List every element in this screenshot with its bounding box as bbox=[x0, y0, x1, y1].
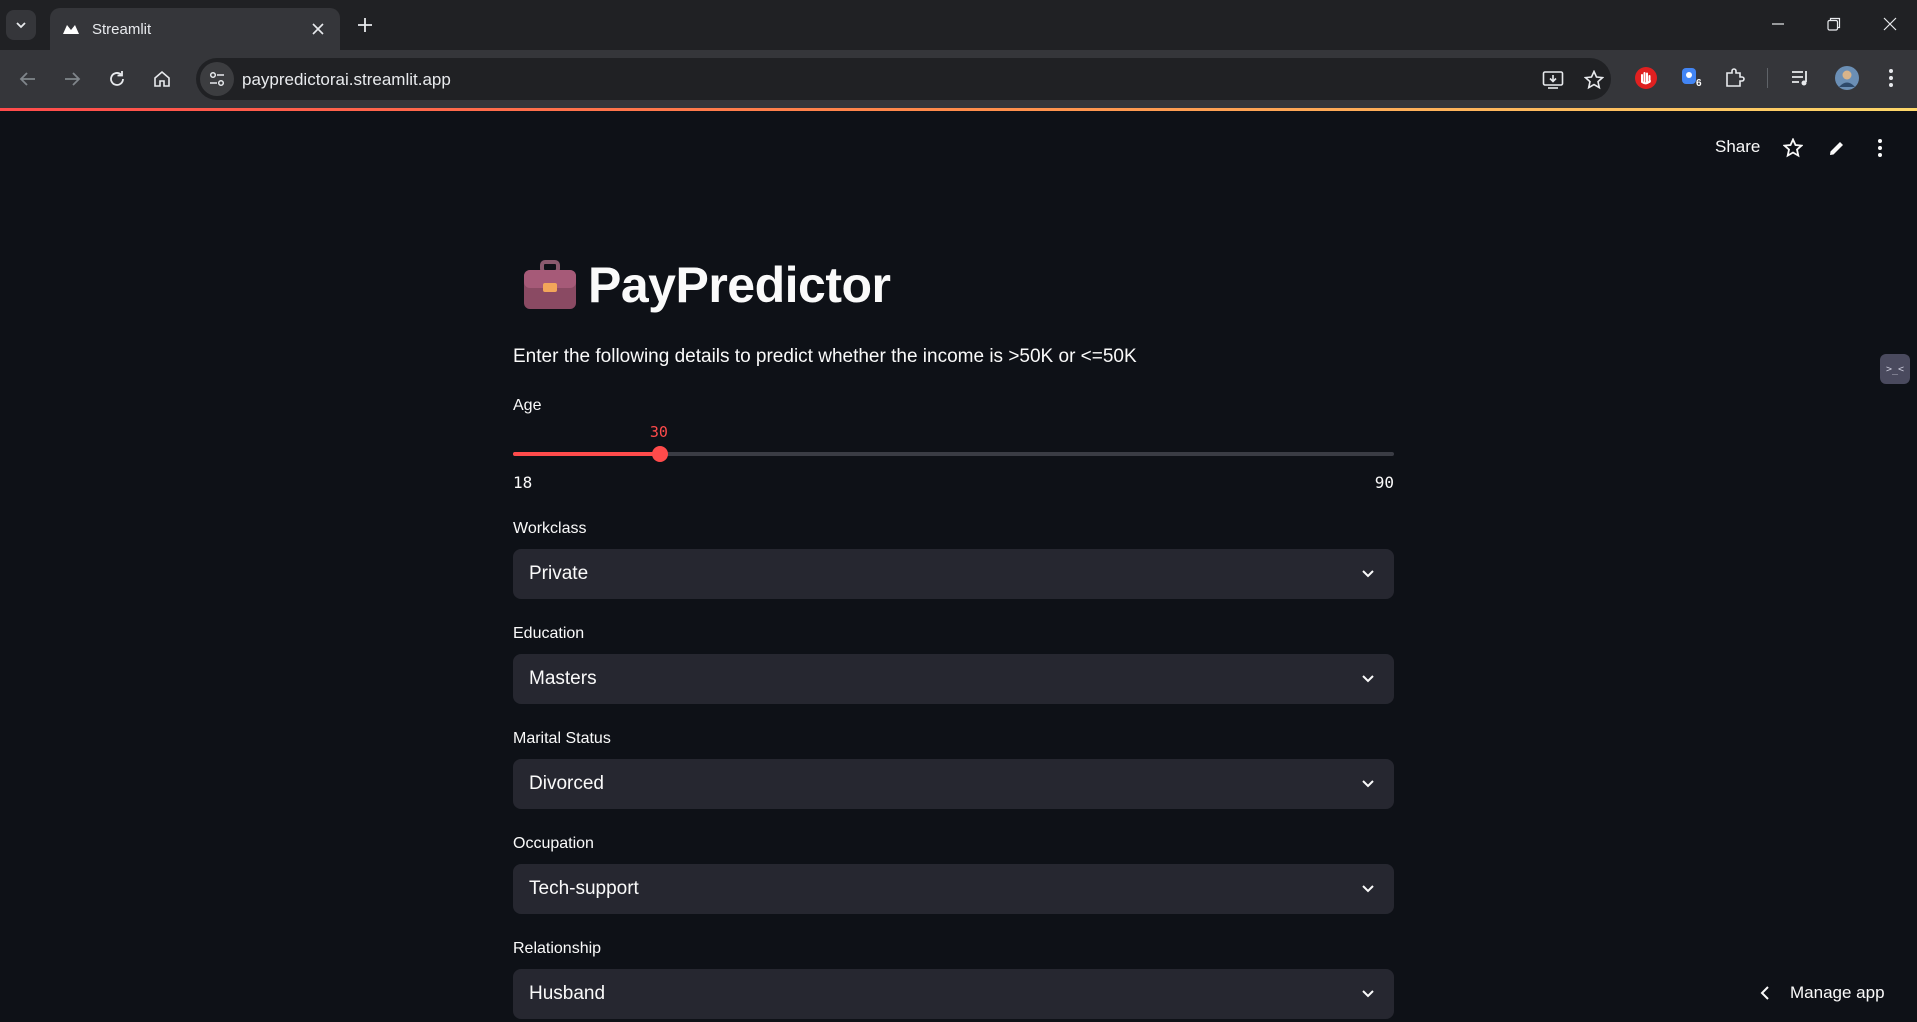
occupation-value: Tech-support bbox=[529, 878, 639, 899]
age-slider-fill bbox=[513, 452, 660, 456]
media-controls-icon[interactable] bbox=[1786, 63, 1816, 93]
chevron-down-icon bbox=[16, 22, 26, 29]
share-button[interactable]: Share bbox=[1715, 137, 1760, 157]
close-icon bbox=[1883, 17, 1897, 31]
restore-icon bbox=[1827, 17, 1841, 31]
age-slider-track[interactable] bbox=[513, 452, 1394, 456]
app-menu-icon[interactable] bbox=[1865, 133, 1895, 163]
education-select[interactable]: Masters bbox=[513, 654, 1394, 704]
age-slider-value: 30 bbox=[649, 423, 668, 441]
minimize-window-button[interactable] bbox=[1750, 0, 1806, 48]
forward-button[interactable] bbox=[56, 63, 88, 95]
age-slider-thumb[interactable] bbox=[651, 446, 668, 462]
browser-tab[interactable]: Streamlit bbox=[50, 8, 340, 50]
close-window-button[interactable] bbox=[1862, 0, 1917, 48]
page-title: PayPredictor bbox=[588, 257, 891, 313]
manage-app-label: Manage app bbox=[1790, 983, 1885, 1002]
occupation-label: Occupation bbox=[513, 835, 594, 852]
url-text: paypredictorai.streamlit.app bbox=[242, 70, 451, 89]
chevron-down-icon bbox=[1358, 774, 1378, 794]
extension-badge-icon[interactable]: 6 bbox=[1677, 63, 1707, 93]
tune-icon bbox=[209, 71, 225, 87]
profile-avatar[interactable] bbox=[1832, 63, 1862, 93]
marital-status-label: Marital Status bbox=[513, 730, 611, 747]
manage-app-button[interactable]: Manage app bbox=[1760, 983, 1885, 1003]
page-subtitle: Enter the following details to predict w… bbox=[513, 346, 1137, 367]
tab-search-button[interactable] bbox=[6, 10, 36, 40]
streamlit-favicon-icon bbox=[62, 20, 80, 38]
toolbar-separator bbox=[1767, 68, 1768, 88]
reload-button[interactable] bbox=[101, 63, 133, 95]
marital-status-select[interactable]: Divorced bbox=[513, 759, 1394, 809]
arrow-left-icon bbox=[19, 72, 35, 86]
new-tab-button[interactable] bbox=[352, 12, 378, 38]
relationship-label: Relationship bbox=[513, 940, 602, 957]
extensions-puzzle-icon[interactable] bbox=[1720, 63, 1750, 93]
chevron-left-icon bbox=[1760, 986, 1769, 1000]
age-slider-max: 90 bbox=[1374, 473, 1394, 492]
restore-window-button[interactable] bbox=[1806, 0, 1862, 48]
address-bar[interactable]: paypredictorai.streamlit.app bbox=[196, 58, 1611, 100]
education-value: Masters bbox=[529, 668, 597, 689]
workclass-value: Private bbox=[529, 563, 589, 584]
home-icon bbox=[154, 70, 170, 87]
side-widget-icon[interactable]: >_< bbox=[1880, 354, 1910, 384]
chevron-down-icon bbox=[1358, 669, 1378, 689]
chevron-down-icon bbox=[1358, 564, 1378, 584]
education-label: Education bbox=[513, 625, 585, 642]
site-info-button[interactable] bbox=[200, 62, 234, 96]
page-title-row: PayPredictor bbox=[522, 256, 891, 314]
workclass-select[interactable]: Private bbox=[513, 549, 1394, 599]
favorite-star-icon[interactable] bbox=[1778, 133, 1808, 163]
minimize-icon bbox=[1772, 23, 1784, 25]
marital-status-value: Divorced bbox=[529, 773, 604, 794]
extension-badge-count: 6 bbox=[1696, 78, 1702, 89]
bookmark-star-icon[interactable] bbox=[1582, 68, 1606, 92]
reload-icon bbox=[110, 71, 124, 86]
browser-tabstrip: Streamlit bbox=[0, 0, 1917, 50]
edit-pencil-icon[interactable] bbox=[1822, 133, 1852, 163]
install-app-icon[interactable] bbox=[1541, 68, 1565, 92]
close-tab-icon[interactable] bbox=[308, 19, 328, 39]
workclass-label: Workclass bbox=[513, 520, 587, 537]
relationship-value: Husband bbox=[529, 983, 606, 1004]
browser-toolbar: paypredictorai.streamlit.app 6 bbox=[0, 50, 1917, 108]
streamlit-app: Share PayPredictor Enter the following d… bbox=[0, 111, 1917, 1022]
chevron-down-icon bbox=[1358, 984, 1378, 1004]
age-label: Age bbox=[513, 397, 542, 414]
tab-title: Streamlit bbox=[92, 20, 152, 38]
briefcase-icon bbox=[524, 260, 576, 309]
relationship-select[interactable]: Husband bbox=[513, 969, 1394, 1019]
home-button[interactable] bbox=[146, 63, 178, 95]
occupation-select[interactable]: Tech-support bbox=[513, 864, 1394, 914]
browser-menu-icon[interactable] bbox=[1876, 63, 1906, 93]
age-slider-min: 18 bbox=[513, 473, 533, 492]
chevron-down-icon bbox=[1358, 879, 1378, 899]
adblock-extension-icon[interactable] bbox=[1631, 63, 1661, 93]
arrow-right-icon bbox=[65, 72, 81, 86]
back-button[interactable] bbox=[12, 63, 44, 95]
plus-icon bbox=[358, 18, 372, 32]
